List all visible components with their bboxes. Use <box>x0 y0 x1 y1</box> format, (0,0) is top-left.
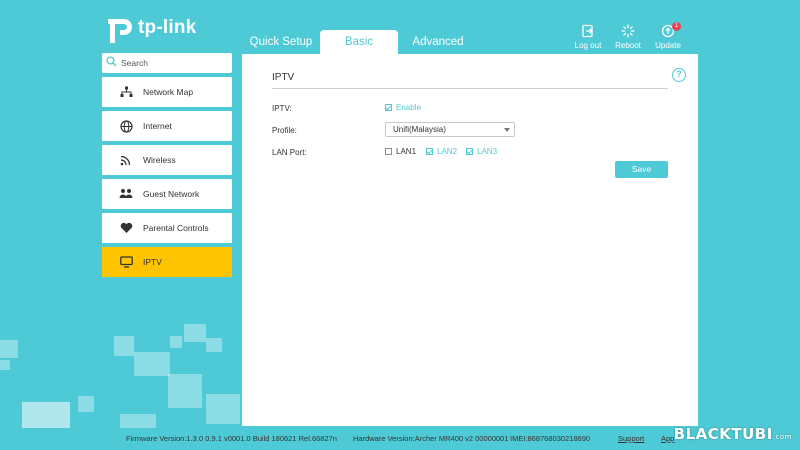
header-actions: Log out Reboot 1 Update <box>568 22 688 50</box>
wifi-icon <box>119 153 133 167</box>
globe-icon <box>119 119 133 133</box>
decor-square <box>120 414 156 428</box>
profile-select-value: Unifi(Malaysia) <box>393 125 446 134</box>
checkbox-checked-icon <box>385 104 392 111</box>
sidebar-item-internet[interactable]: Internet <box>102 111 232 141</box>
support-link[interactable]: Support <box>618 434 644 443</box>
checkbox-checked-icon <box>466 148 473 155</box>
update-badge: 1 <box>672 22 681 31</box>
imei: IMEI:868768030218690 <box>510 434 591 443</box>
iptv-label: IPTV: <box>272 104 292 113</box>
reboot-icon <box>608 24 648 39</box>
update-button[interactable]: 1 Update <box>648 22 688 50</box>
lan1-checkbox[interactable]: LAN1 <box>385 147 416 156</box>
checkbox-checked-icon <box>426 148 433 155</box>
watermark: BLACKTUBI.com <box>674 425 792 443</box>
sidebar-item-label: Parental Controls <box>143 223 209 233</box>
firmware-version: Firmware Version:1.3.0 0.9.1 v0001.0 Bui… <box>126 434 337 443</box>
sidebar-item-guest-network[interactable]: Guest Network <box>102 179 232 209</box>
decor-square <box>206 338 222 352</box>
sidebar-item-label: Wireless <box>143 155 176 165</box>
chevron-down-icon <box>504 128 510 132</box>
search-input[interactable] <box>121 58 221 68</box>
watermark-suffix: .com <box>772 433 792 441</box>
update-icon <box>648 24 688 39</box>
lan1-label: LAN1 <box>396 147 417 156</box>
decor-square <box>78 396 94 412</box>
decor-square <box>184 324 206 342</box>
title-divider <box>272 88 668 89</box>
logout-label: Log out <box>574 41 602 50</box>
save-button[interactable]: Save <box>615 161 668 178</box>
help-icon[interactable]: ? <box>672 68 686 82</box>
sidebar-menu: Network Map Internet Wireless Guest Netw… <box>102 77 232 281</box>
sidebar-item-parental-controls[interactable]: Parental Controls <box>102 213 232 243</box>
decor-square <box>22 402 70 428</box>
iptv-enable-checkbox[interactable]: Enable <box>385 103 421 112</box>
decor-square <box>168 374 202 408</box>
sidebar-item-label: Network Map <box>143 87 194 97</box>
tab-basic[interactable]: Basic <box>320 30 398 54</box>
heart-icon <box>119 221 133 235</box>
guest-icon <box>119 187 133 201</box>
reboot-label: Reboot <box>615 41 641 50</box>
sidebar-item-label: IPTV <box>143 257 162 267</box>
iptv-panel: IPTV ? IPTV: Enable Profile: Unifi(Malay… <box>242 54 698 426</box>
tab-quick-setup[interactable]: Quick Setup <box>242 30 320 54</box>
update-label: Update <box>655 41 681 50</box>
top-tabs: Quick Setup Basic Advanced <box>242 30 478 54</box>
decor-square <box>114 336 134 356</box>
watermark-text: BLACKTUBI <box>673 425 773 443</box>
sidebar-item-label: Internet <box>143 121 172 131</box>
reboot-button[interactable]: Reboot <box>608 24 648 50</box>
decor-square <box>170 336 182 348</box>
decor-square <box>206 394 240 424</box>
decor-square <box>0 360 10 370</box>
brand-name: tp-link <box>138 17 197 38</box>
profile-select[interactable]: Unifi(Malaysia) <box>385 122 515 137</box>
sidebar-item-network-map[interactable]: Network Map <box>102 77 232 107</box>
profile-label: Profile: <box>272 126 297 135</box>
logout-icon <box>568 24 608 39</box>
page-title: IPTV <box>272 72 295 83</box>
decor-square <box>0 340 18 358</box>
tab-advanced[interactable]: Advanced <box>398 30 478 54</box>
lan2-label: LAN2 <box>437 147 458 156</box>
sidebar-item-label: Guest Network <box>143 189 200 199</box>
checkbox-unchecked-icon <box>385 148 392 155</box>
tp-link-logo-icon <box>108 19 132 43</box>
iptv-enable-label: Enable <box>396 103 421 112</box>
network-map-icon <box>119 85 133 99</box>
hardware-version: Hardware Version:Archer MR400 v2 0000000… <box>353 434 509 443</box>
logout-button[interactable]: Log out <box>568 24 608 50</box>
tv-icon <box>119 255 133 269</box>
sidebar-item-iptv[interactable]: IPTV <box>102 247 232 277</box>
decor-square <box>134 352 170 376</box>
app-link[interactable]: App <box>661 434 674 443</box>
lan3-checkbox[interactable]: LAN3 <box>466 147 497 156</box>
search-icon <box>106 54 117 72</box>
lan-port-label: LAN Port: <box>272 148 307 157</box>
lan2-checkbox[interactable]: LAN2 <box>426 147 457 156</box>
tp-link-logo: tp-link <box>102 13 196 43</box>
search-box <box>102 53 232 73</box>
sidebar-item-wireless[interactable]: Wireless <box>102 145 232 175</box>
lan3-label: LAN3 <box>477 147 498 156</box>
